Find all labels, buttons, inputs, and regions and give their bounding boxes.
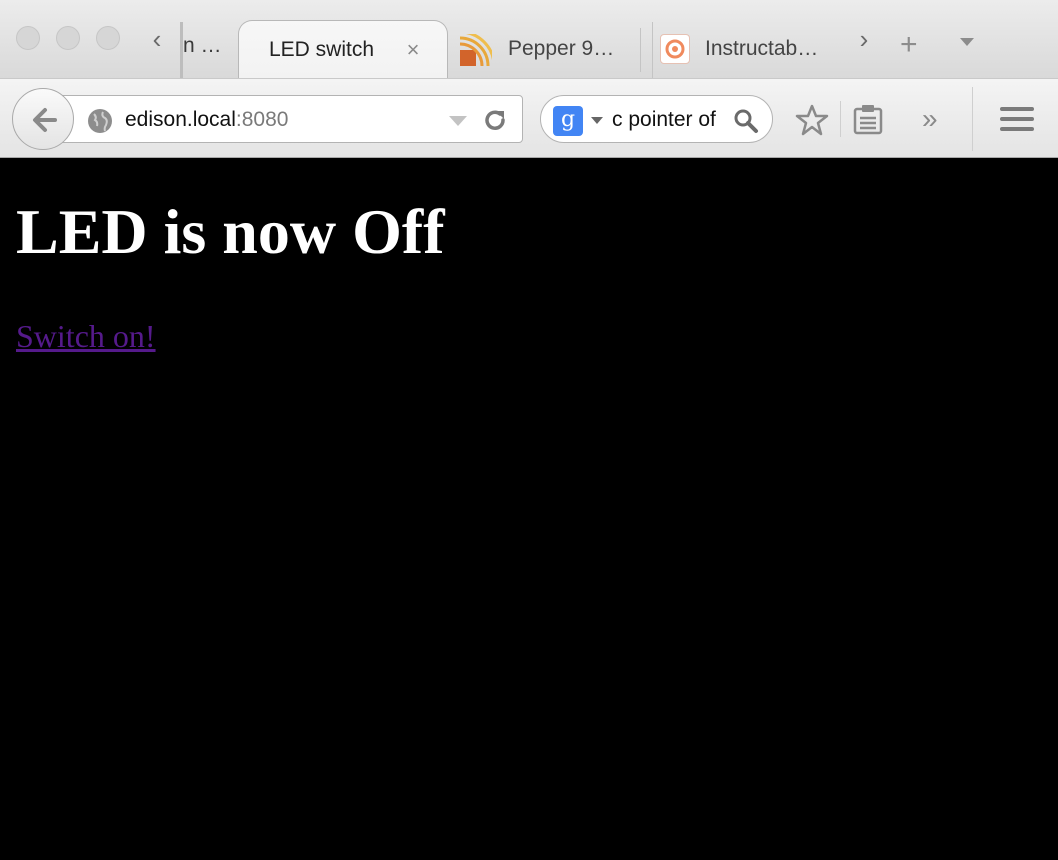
reload-icon[interactable] <box>481 106 509 134</box>
window-close-button[interactable] <box>16 26 40 50</box>
back-arrow-icon <box>33 108 57 132</box>
tab-title: Instructab… <box>705 37 819 60</box>
search-bar[interactable]: g c pointer of <box>540 95 773 143</box>
search-icon[interactable] <box>733 108 759 134</box>
window-zoom-button[interactable] <box>96 26 120 50</box>
tab-separator <box>640 28 641 72</box>
search-input[interactable]: c pointer of <box>612 108 732 132</box>
url-port: :8080 <box>235 108 289 131</box>
tab-title: LED switch <box>269 38 375 61</box>
tab-instructables[interactable]: Instructab… <box>652 22 840 78</box>
url-bar[interactable]: edison.local:8080 <box>58 95 523 143</box>
url-history-dropdown-icon[interactable] <box>449 116 467 126</box>
chevron-left-icon[interactable]: ‹ <box>145 26 169 52</box>
tab-strip: ‹ n … LED switch × Pepper 9… Instructab…… <box>0 0 1058 80</box>
hamburger-menu-icon[interactable] <box>1000 105 1034 133</box>
tab-clipped[interactable]: n … <box>180 22 240 78</box>
window-minimize-button[interactable] <box>56 26 80 50</box>
tab-active[interactable]: LED switch × <box>238 20 448 80</box>
url-host: edison.local <box>125 108 236 131</box>
overflow-chevron-icon[interactable]: » <box>922 105 938 133</box>
page-heading: LED is now Off <box>16 196 445 267</box>
chevron-right-icon[interactable]: › <box>852 26 876 52</box>
page-content: LED is now Off Switch on! <box>0 158 1058 860</box>
tab-title: n … <box>183 34 222 57</box>
back-button[interactable] <box>12 88 74 150</box>
toolbar-separator <box>972 87 973 151</box>
search-engine-dropdown-icon[interactable] <box>591 117 603 124</box>
new-tab-plus-icon[interactable]: + <box>900 30 918 60</box>
toolbar-separator <box>840 101 841 137</box>
url-text: edison.local:8080 <box>125 108 288 132</box>
globe-icon <box>88 109 112 133</box>
tab-title: Pepper 9… <box>508 37 615 60</box>
reading-list-icon[interactable] <box>852 103 884 137</box>
rss-icon <box>460 34 492 66</box>
close-icon[interactable]: × <box>402 39 424 61</box>
google-icon[interactable]: g <box>553 106 583 136</box>
tab-pepper[interactable]: Pepper 9… <box>455 22 640 78</box>
tab-list-dropdown-icon[interactable] <box>960 38 974 46</box>
nav-toolbar: edison.local:8080 g c pointer of » <box>0 78 1058 158</box>
switch-on-link[interactable]: Switch on! <box>16 318 156 355</box>
star-icon[interactable] <box>795 103 829 137</box>
instructables-icon <box>660 34 690 64</box>
